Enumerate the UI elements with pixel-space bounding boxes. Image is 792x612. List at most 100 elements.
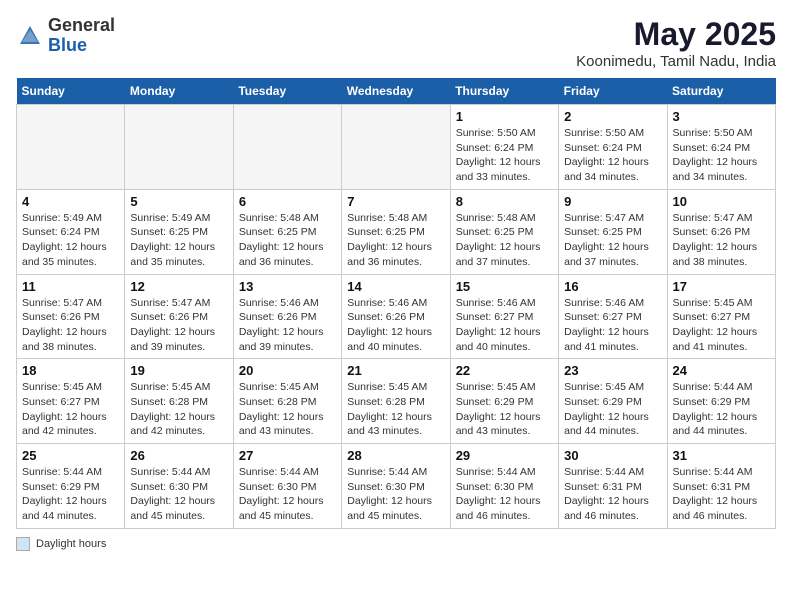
day-info: Sunrise: 5:44 AMSunset: 6:29 PMDaylight:…: [22, 465, 119, 524]
day-number: 17: [673, 279, 770, 294]
day-number: 5: [130, 194, 227, 209]
day-number: 30: [564, 448, 661, 463]
day-info: Sunrise: 5:44 AMSunset: 6:30 PMDaylight:…: [456, 465, 553, 524]
calendar-cell: 7 Sunrise: 5:48 AMSunset: 6:25 PMDaylight…: [342, 189, 450, 274]
day-number: 7: [347, 194, 444, 209]
calendar-cell: 25 Sunrise: 5:44 AMSunset: 6:29 PMDayligh…: [17, 444, 125, 529]
day-info: Sunrise: 5:45 AMSunset: 6:27 PMDaylight:…: [673, 296, 770, 355]
day-info: Sunrise: 5:44 AMSunset: 6:31 PMDaylight:…: [564, 465, 661, 524]
day-info: Sunrise: 5:47 AMSunset: 6:26 PMDaylight:…: [130, 296, 227, 355]
day-info: Sunrise: 5:48 AMSunset: 6:25 PMDaylight:…: [347, 211, 444, 270]
calendar-week-row: 11 Sunrise: 5:47 AMSunset: 6:26 PMDayligh…: [17, 274, 776, 359]
location: Koonimedu, Tamil Nadu, India: [576, 53, 776, 70]
logo: General Blue: [16, 16, 115, 56]
day-number: 31: [673, 448, 770, 463]
calendar-cell: 12 Sunrise: 5:47 AMSunset: 6:26 PMDayligh…: [125, 274, 233, 359]
calendar-cell: 3 Sunrise: 5:50 AMSunset: 6:24 PMDaylight…: [667, 105, 775, 190]
day-number: 21: [347, 363, 444, 378]
day-number: 15: [456, 279, 553, 294]
day-info: Sunrise: 5:45 AMSunset: 6:28 PMDaylight:…: [239, 380, 336, 439]
day-number: 3: [673, 109, 770, 124]
footer-label: Daylight hours: [36, 538, 106, 550]
logo-icon: [16, 22, 44, 50]
day-info: Sunrise: 5:44 AMSunset: 6:30 PMDaylight:…: [239, 465, 336, 524]
calendar-cell: 20 Sunrise: 5:45 AMSunset: 6:28 PMDayligh…: [233, 359, 341, 444]
day-info: Sunrise: 5:44 AMSunset: 6:30 PMDaylight:…: [130, 465, 227, 524]
day-number: 22: [456, 363, 553, 378]
weekday-header-thursday: Thursday: [450, 78, 558, 105]
day-number: 24: [673, 363, 770, 378]
calendar-cell: 15 Sunrise: 5:46 AMSunset: 6:27 PMDayligh…: [450, 274, 558, 359]
footer-note: Daylight hours: [16, 537, 776, 551]
calendar-cell: 17 Sunrise: 5:45 AMSunset: 6:27 PMDayligh…: [667, 274, 775, 359]
day-info: Sunrise: 5:46 AMSunset: 6:27 PMDaylight:…: [456, 296, 553, 355]
day-info: Sunrise: 5:50 AMSunset: 6:24 PMDaylight:…: [456, 126, 553, 185]
weekday-header-wednesday: Wednesday: [342, 78, 450, 105]
day-info: Sunrise: 5:44 AMSunset: 6:29 PMDaylight:…: [673, 380, 770, 439]
day-info: Sunrise: 5:44 AMSunset: 6:30 PMDaylight:…: [347, 465, 444, 524]
weekday-header-tuesday: Tuesday: [233, 78, 341, 105]
day-number: 19: [130, 363, 227, 378]
day-info: Sunrise: 5:45 AMSunset: 6:27 PMDaylight:…: [22, 380, 119, 439]
day-number: 16: [564, 279, 661, 294]
weekday-header-monday: Monday: [125, 78, 233, 105]
day-info: Sunrise: 5:46 AMSunset: 6:26 PMDaylight:…: [239, 296, 336, 355]
weekday-header-saturday: Saturday: [667, 78, 775, 105]
day-number: 27: [239, 448, 336, 463]
calendar-cell: 21Sunrise: 5:45 AMSunset: 6:28 PMDayligh…: [342, 359, 450, 444]
day-info: Sunrise: 5:49 AMSunset: 6:25 PMDaylight:…: [130, 211, 227, 270]
day-info: Sunrise: 5:48 AMSunset: 6:25 PMDaylight:…: [239, 211, 336, 270]
day-number: 10: [673, 194, 770, 209]
day-number: 20: [239, 363, 336, 378]
day-number: 26: [130, 448, 227, 463]
day-number: 1: [456, 109, 553, 124]
weekday-header-friday: Friday: [559, 78, 667, 105]
calendar-cell: 16 Sunrise: 5:46 AMSunset: 6:27 PMDayligh…: [559, 274, 667, 359]
day-info: Sunrise: 5:47 AMSunset: 6:26 PMDaylight:…: [22, 296, 119, 355]
calendar-cell: 2 Sunrise: 5:50 AMSunset: 6:24 PMDaylight…: [559, 105, 667, 190]
day-number: 18: [22, 363, 119, 378]
day-number: 25: [22, 448, 119, 463]
day-number: 28: [347, 448, 444, 463]
calendar-cell: 11 Sunrise: 5:47 AMSunset: 6:26 PMDayligh…: [17, 274, 125, 359]
weekday-header-row: SundayMondayTuesdayWednesdayThursdayFrid…: [17, 78, 776, 105]
day-number: 11: [22, 279, 119, 294]
day-info: Sunrise: 5:46 AMSunset: 6:27 PMDaylight:…: [564, 296, 661, 355]
day-number: 29: [456, 448, 553, 463]
calendar-cell: 28 Sunrise: 5:44 AMSunset: 6:30 PMDayligh…: [342, 444, 450, 529]
day-number: 2: [564, 109, 661, 124]
day-info: Sunrise: 5:47 AMSunset: 6:25 PMDaylight:…: [564, 211, 661, 270]
month-title: May 2025: [576, 16, 776, 53]
calendar-cell: 29 Sunrise: 5:44 AMSunset: 6:30 PMDayligh…: [450, 444, 558, 529]
calendar-cell: 10 Sunrise: 5:47 AMSunset: 6:26 PMDayligh…: [667, 189, 775, 274]
day-number: 23: [564, 363, 661, 378]
day-info: Sunrise: 5:44 AMSunset: 6:31 PMDaylight:…: [673, 465, 770, 524]
calendar-cell: 5 Sunrise: 5:49 AMSunset: 6:25 PMDaylight…: [125, 189, 233, 274]
day-number: 12: [130, 279, 227, 294]
calendar-cell: 18 Sunrise: 5:45 AMSunset: 6:27 PMDayligh…: [17, 359, 125, 444]
calendar-cell: 9 Sunrise: 5:47 AMSunset: 6:25 PMDaylight…: [559, 189, 667, 274]
calendar-cell: [17, 105, 125, 190]
day-info: Sunrise: 5:47 AMSunset: 6:26 PMDaylight:…: [673, 211, 770, 270]
calendar-cell: [342, 105, 450, 190]
day-number: 9: [564, 194, 661, 209]
calendar-cell: 24 Sunrise: 5:44 AMSunset: 6:29 PMDayligh…: [667, 359, 775, 444]
calendar-cell: 27 Sunrise: 5:44 AMSunset: 6:30 PMDayligh…: [233, 444, 341, 529]
calendar-week-row: 18 Sunrise: 5:45 AMSunset: 6:27 PMDayligh…: [17, 359, 776, 444]
day-info: Sunrise: 5:50 AMSunset: 6:24 PMDaylight:…: [564, 126, 661, 185]
day-info: Sunrise: 5:50 AMSunset: 6:24 PMDaylight:…: [673, 126, 770, 185]
day-number: 8: [456, 194, 553, 209]
calendar-cell: 31 Sunrise: 5:44 AMSunset: 6:31 PMDayligh…: [667, 444, 775, 529]
calendar-week-row: 1 Sunrise: 5:50 AMSunset: 6:24 PMDaylight…: [17, 105, 776, 190]
calendar-cell: 6 Sunrise: 5:48 AMSunset: 6:25 PMDaylight…: [233, 189, 341, 274]
day-info: Sunrise: 5:46 AMSunset: 6:26 PMDaylight:…: [347, 296, 444, 355]
calendar-week-row: 4Sunrise: 5:49 AMSunset: 6:24 PMDaylight…: [17, 189, 776, 274]
calendar-cell: 19Sunrise: 5:45 AMSunset: 6:28 PMDayligh…: [125, 359, 233, 444]
day-info: Sunrise: 5:45 AMSunset: 6:29 PMDaylight:…: [456, 380, 553, 439]
logo-text: General Blue: [48, 16, 115, 56]
calendar-cell: 26 Sunrise: 5:44 AMSunset: 6:30 PMDayligh…: [125, 444, 233, 529]
weekday-header-sunday: Sunday: [17, 78, 125, 105]
day-number: 6: [239, 194, 336, 209]
calendar-cell: 4Sunrise: 5:49 AMSunset: 6:24 PMDaylight…: [17, 189, 125, 274]
day-info: Sunrise: 5:45 AMSunset: 6:29 PMDaylight:…: [564, 380, 661, 439]
